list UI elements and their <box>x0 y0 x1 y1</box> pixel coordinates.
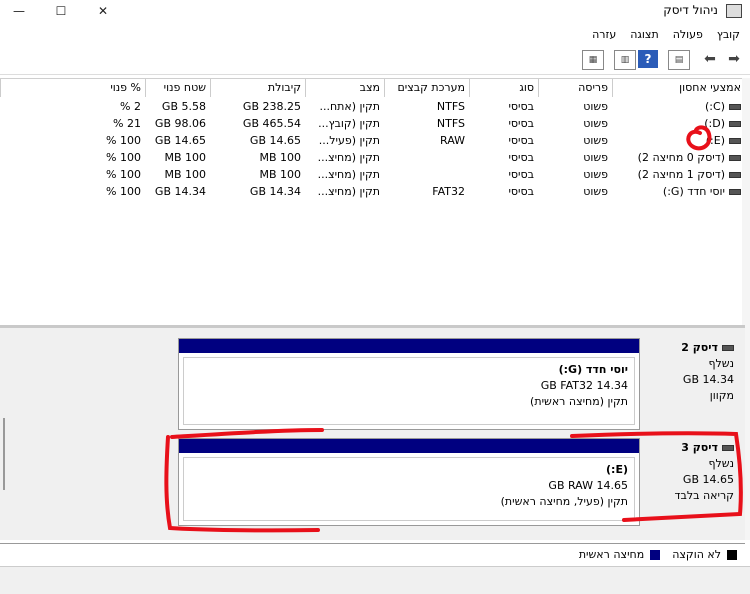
disk-icon <box>722 345 734 351</box>
volume-icon <box>729 121 741 127</box>
disk-management-app-icon <box>726 4 742 18</box>
help-icon[interactable]: ? <box>638 50 658 68</box>
minimize-button[interactable]: — <box>0 0 38 22</box>
primary-partition-bar <box>179 339 639 353</box>
column-header-filesystem[interactable]: מערכת קבצים <box>384 79 469 97</box>
console-tree-icon[interactable]: ▦ <box>582 50 604 70</box>
table-row[interactable]: (דיסק 1 מחיצה 2) פשוט בסיסי תקין (מחיצ..… <box>0 166 745 183</box>
legend-unallocated-label: לא הוקצה <box>672 548 721 561</box>
column-header-type[interactable]: סוג <box>469 79 538 97</box>
volume-list-icon[interactable]: ▥ <box>614 50 636 70</box>
title-bar: — ☐ ✕ ניהול דיסק <box>0 0 750 22</box>
primary-partition-bar <box>179 439 639 453</box>
toolbar: ➡ ⬅ ▤ ? ▥ ▦ <box>0 46 750 75</box>
table-row[interactable]: (E:) פשוט בסיסי RAW תקין (פעיל... 14.65 … <box>0 132 745 149</box>
disk-2-partition[interactable]: יוסי חדד (G:) 14.34 GB FAT32 תקין (מחיצה… <box>178 338 640 430</box>
maximize-button[interactable]: ☐ <box>42 0 80 22</box>
disk-icon <box>722 445 734 451</box>
disk-graphical-pane: דיסק 2 נשלף 14.34 GB מקוון יוסי חדד (G:)… <box>0 328 745 540</box>
disk-3-label[interactable]: דיסק 3 נשלף 14.65 GB קריאה בלבד <box>640 440 740 504</box>
back-arrow-icon[interactable]: ⬅ <box>700 50 720 68</box>
volume-icon <box>729 172 741 178</box>
menu-file[interactable]: קובץ <box>717 28 740 41</box>
table-row[interactable]: (C:) פשוט בסיסי NTFS תקין (אתח... 238.25… <box>0 98 745 115</box>
menu-view[interactable]: תצוגה <box>630 28 658 41</box>
properties-icon[interactable]: ▤ <box>668 50 690 70</box>
legend: לא הוקצה מחיצה ראשית <box>0 543 745 565</box>
menu-action[interactable]: פעולה <box>673 28 703 41</box>
table-row[interactable]: יוסי חדד (G:) פשוט בסיסי FAT32 תקין (מחי… <box>0 183 745 200</box>
close-button[interactable]: ✕ <box>84 0 122 22</box>
forward-arrow-icon[interactable]: ➡ <box>724 50 744 68</box>
volume-icon <box>729 138 741 144</box>
menu-help[interactable]: עזרה <box>592 28 616 41</box>
volume-table: אמצעי אחסון פריסה סוג מערכת קבצים מצב קי… <box>0 78 745 299</box>
disk-2-label[interactable]: דיסק 2 נשלף 14.34 GB מקוון <box>640 340 740 404</box>
column-header-status[interactable]: מצב <box>305 79 384 97</box>
legend-primary-label: מחיצה ראשית <box>578 548 645 561</box>
window-title: ניהול דיסק <box>663 3 718 17</box>
primary-partition-swatch <box>650 549 661 560</box>
table-row[interactable]: (דיסק 0 מחיצה 2) פשוט בסיסי תקין (מחיצ..… <box>0 149 745 166</box>
volume-icon <box>729 189 741 195</box>
table-row[interactable]: (D:) פשוט בסיסי NTFS תקין (קובץ... 465.5… <box>0 115 745 132</box>
volume-icon <box>729 155 741 161</box>
column-header-free-space[interactable]: שטח פנוי <box>145 79 210 97</box>
menu-bar: קובץ פעולה תצוגה עזרה <box>0 24 750 44</box>
lower-scrollbar-thumb[interactable] <box>3 418 5 490</box>
column-header-volume[interactable]: אמצעי אחסון <box>612 79 745 97</box>
column-header-capacity[interactable]: קיבולת <box>210 79 305 97</box>
column-header-layout[interactable]: פריסה <box>538 79 612 97</box>
disk-3-partition[interactable]: (E:) 14.65 GB RAW תקין (פעיל, מחיצה ראשי… <box>178 438 640 526</box>
unallocated-swatch <box>727 549 737 560</box>
volume-icon <box>729 104 741 110</box>
column-header-percent-free[interactable]: % פנוי <box>0 79 145 97</box>
status-bar <box>0 566 750 594</box>
